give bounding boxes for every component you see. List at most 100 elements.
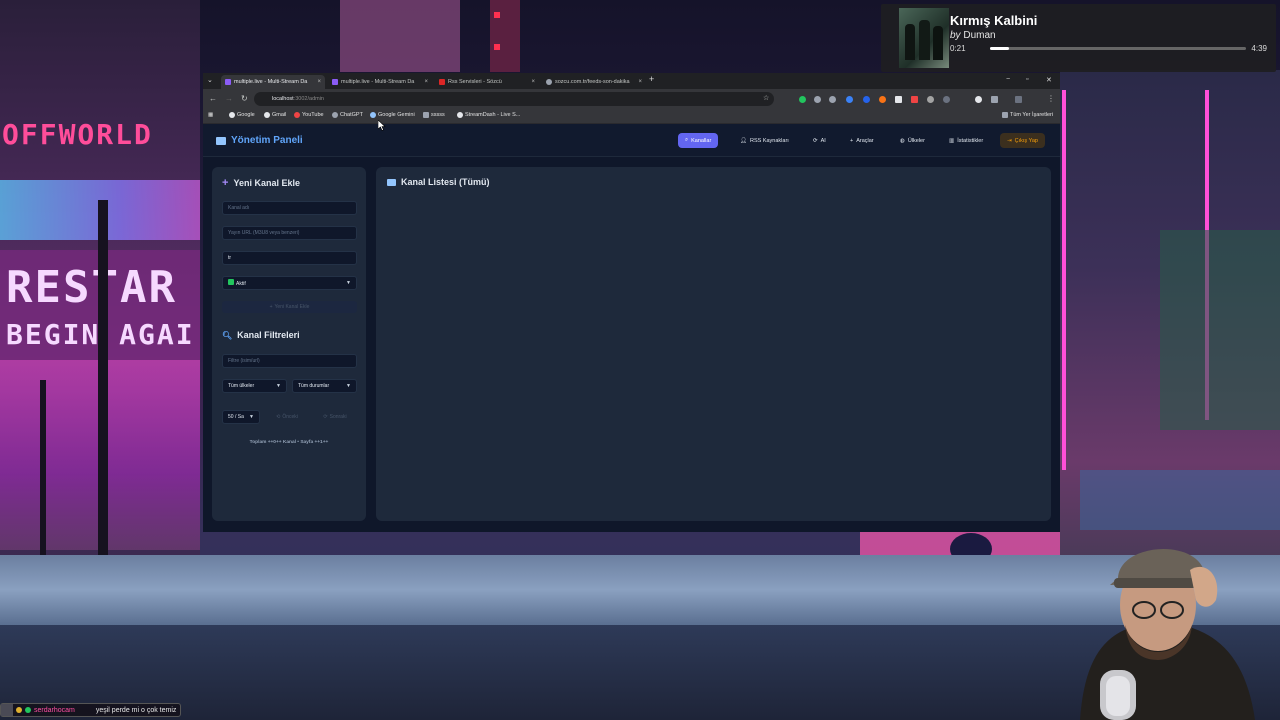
prev-page-button[interactable]: ⟲ Önceki xyxy=(267,410,307,424)
prev-page-label: Önceki xyxy=(282,414,298,420)
tab-multiple-live-2[interactable]: multiple.live - Multi-Stream Da × xyxy=(328,75,432,89)
nav-istatistikler[interactable]: ▥ İstatistikler xyxy=(942,133,990,148)
nav-ai[interactable]: ⟳ AI xyxy=(806,133,833,148)
filter-search-input[interactable]: Filtre (isim/url) xyxy=(222,354,357,368)
extension-icon[interactable] xyxy=(863,96,870,103)
status-select[interactable]: Aktif ▼ xyxy=(222,276,357,290)
bookmark-youtube-label: YouTube xyxy=(302,112,324,118)
extensions-puzzle-icon[interactable] xyxy=(975,96,982,103)
tab-close-icon[interactable]: × xyxy=(638,79,642,85)
tab-close-icon[interactable]: × xyxy=(424,79,428,85)
nav-araclar[interactable]: + Araçlar xyxy=(843,133,881,148)
maximize-icon[interactable]: ▫ xyxy=(1026,76,1028,83)
bookmark-google[interactable]: Google xyxy=(229,112,255,118)
chatgpt-icon xyxy=(332,112,338,118)
song-artist: by Duman xyxy=(950,30,996,41)
logout-button[interactable]: ⇥ Çıkış Yap xyxy=(1000,133,1045,148)
page-size-select[interactable]: 50 / Sa ▼ xyxy=(222,410,260,424)
reload-icon[interactable]: ↻ xyxy=(241,94,248,103)
sidepanel-icon[interactable] xyxy=(991,96,998,103)
song-artist-by: by xyxy=(950,30,961,41)
bookmark-youtube[interactable]: YouTube xyxy=(294,112,324,118)
bookmark-star-icon[interactable]: ☆ xyxy=(763,94,769,102)
refresh-icon: ⟲ xyxy=(276,414,281,420)
tab-rss-servisleri[interactable]: Rss Servisleri - Sözcü × xyxy=(435,75,539,89)
bookmark-folder-sssss[interactable]: sssss xyxy=(423,112,445,118)
brand: Yönetim Paneli xyxy=(216,135,303,146)
tab-close-icon[interactable]: × xyxy=(531,79,535,85)
next-page-button[interactable]: ⟳ Sonraki xyxy=(315,410,355,424)
close-window-icon[interactable]: ✕ xyxy=(1046,76,1052,84)
folder-icon xyxy=(423,112,429,118)
channel-name-input[interactable]: Kanal adı xyxy=(222,201,357,215)
folder-icon xyxy=(1002,112,1008,118)
browser-menu-icon[interactable]: ⋮ xyxy=(1047,94,1055,103)
stream-url-input[interactable]: Yayın URL (M3U8 veya benzeri) xyxy=(222,226,357,240)
tab-sozcu-feed[interactable]: sozcu.com.tr/feeds-son-dakika × xyxy=(542,75,646,89)
tab-multiple-live-1[interactable]: multiple.live - Multi-Stream Da × xyxy=(221,75,325,89)
url-host: localhost xyxy=(272,96,294,102)
address-bar[interactable]: localhost:3002/admin xyxy=(254,92,774,106)
chevron-down-icon: ▼ xyxy=(346,280,351,286)
tab-label: Rss Servisleri - Sözcü xyxy=(448,79,502,85)
extension-icon[interactable] xyxy=(814,96,821,103)
country-code-value: tr xyxy=(228,255,232,261)
status-filter-select[interactable]: Tüm durumlar ▼ xyxy=(292,379,357,393)
gemini-icon xyxy=(370,112,376,118)
bookmark-gmail-label: Gmail xyxy=(272,112,287,118)
new-tab-button[interactable]: + xyxy=(649,74,654,84)
apps-grid-icon[interactable]: ▦ xyxy=(208,112,213,118)
extension-icon[interactable] xyxy=(846,96,853,103)
vip-badge-icon xyxy=(16,707,22,713)
nav-istatistikler-label: İstatistikler xyxy=(957,137,984,144)
forward-icon[interactable]: → xyxy=(225,94,233,103)
all-bookmarks[interactable]: Tüm Yer İşaretleri xyxy=(1002,112,1053,118)
song-progress-fill xyxy=(990,47,1010,50)
extension-icon[interactable] xyxy=(829,96,836,103)
chevron-down-icon: ▼ xyxy=(249,414,254,420)
globe-icon: ◍ xyxy=(900,137,905,144)
song-progress-bar xyxy=(990,47,1246,50)
tab-search-icon[interactable]: ⌄ xyxy=(207,76,213,84)
total-time: 4:39 xyxy=(1251,44,1267,53)
refresh-icon: ⟳ xyxy=(323,414,328,420)
profile-icon[interactable] xyxy=(1015,96,1022,103)
minimize-icon[interactable]: − xyxy=(1006,76,1010,83)
nav-araclar-label: Araçlar xyxy=(856,137,874,144)
bookmark-gemini[interactable]: Google Gemini xyxy=(370,112,415,118)
extension-icon[interactable] xyxy=(911,96,918,103)
extension-icon[interactable] xyxy=(879,96,886,103)
tv-icon xyxy=(216,136,226,145)
tab-close-icon[interactable]: × xyxy=(317,79,321,85)
plus-icon: + xyxy=(850,137,854,144)
country-filter-select[interactable]: Tüm ülkeler ▼ xyxy=(222,379,287,393)
country-code-input[interactable]: tr xyxy=(222,251,357,265)
logout-label: Çıkış Yap xyxy=(1014,137,1038,144)
logout-icon: ⇥ xyxy=(1007,137,1012,144)
bookmark-chatgpt[interactable]: ChatGPT xyxy=(332,112,363,118)
bookmark-google-label: Google xyxy=(237,112,255,118)
browser-toolbar: ← → ↻ localhost:3002/admin ☆ ⋮ xyxy=(203,89,1060,109)
channel-list-heading: Kanal Listesi (Tümü) xyxy=(387,177,490,187)
bookmark-gmail[interactable]: Gmail xyxy=(264,112,286,118)
tab-label: multiple.live - Multi-Stream Da xyxy=(234,79,308,85)
extension-icon[interactable] xyxy=(895,96,902,103)
nav-kanallar[interactable]: ⌕ Kanallar xyxy=(678,133,719,148)
extension-icon[interactable] xyxy=(799,96,806,103)
nav-ulkeler[interactable]: ◍ Ülkeler xyxy=(893,133,932,148)
chat-avatar xyxy=(1,704,13,716)
back-icon[interactable]: ← xyxy=(209,94,217,103)
neon-sign-offworld: OFFWORLD xyxy=(2,118,153,151)
filters-heading: 🔍︎ Kanal Filtreleri xyxy=(222,330,300,340)
sub-badge-icon xyxy=(25,707,31,713)
chat-text: yeşil perde mi o çok temiz xyxy=(95,706,177,714)
extension-icon[interactable] xyxy=(927,96,934,103)
nav-rss-kaynaklari[interactable]: 👤︎ RSS Kaynakları xyxy=(733,133,796,148)
chevron-down-icon: ▼ xyxy=(346,383,351,389)
bookmark-streamdash[interactable]: StreamDash - Live S... xyxy=(457,112,520,118)
add-channel-button[interactable]: + Yeni Kanal Ekle xyxy=(222,301,357,313)
add-channel-title: Yeni Kanal Ekle xyxy=(233,178,300,188)
all-bookmarks-label: Tüm Yer İşaretleri xyxy=(1010,112,1054,118)
stream-url-placeholder: Yayın URL (M3U8 veya benzeri) xyxy=(228,230,300,236)
extension-icon[interactable] xyxy=(943,96,950,103)
